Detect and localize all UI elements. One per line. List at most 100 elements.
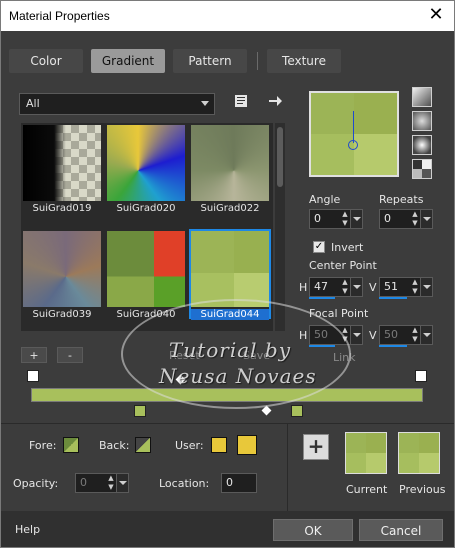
repeats-label: Repeats [379,193,424,206]
center-v-label: V [369,281,377,294]
title-bar: Material Properties ✕ [1,1,454,31]
section-divider [1,423,454,424]
user-color-swatch[interactable] [237,435,257,455]
chevron-down-icon[interactable] [116,474,128,492]
invert-checkbox[interactable]: ✓ [313,241,325,253]
dialog-footer: Help OK Cancel [1,511,454,547]
book-icon[interactable] [231,93,251,113]
angle-value: 0 [314,212,321,225]
spinner-arrows-icon[interactable]: ▲ ▼ [106,474,116,492]
gradient-thumb[interactable]: SuiGrad019 [23,125,101,214]
previous-swatch[interactable] [398,432,440,474]
sunburst-style-icon[interactable] [412,135,432,155]
right-arrow-icon[interactable] [265,93,285,113]
focal-v-label: V [369,329,377,342]
vertical-divider [287,423,288,513]
gradient-preview [191,231,269,307]
spinner-arrows-icon[interactable]: ▲ ▼ [340,278,350,296]
current-swatch[interactable] [345,432,387,474]
spinner-arrows-icon[interactable]: ▲ ▼ [340,210,350,228]
chevron-down-icon[interactable] [420,326,432,344]
center-h-spinner[interactable]: 47 ▲ ▼ [309,277,363,297]
chevron-down-icon[interactable] [350,210,362,228]
center-point-label: Center Point [309,259,377,272]
cancel-button[interactable]: Cancel [359,519,443,541]
spinner-arrows-icon[interactable]: ▲ ▼ [410,278,420,296]
add-gradient-button[interactable]: + [21,347,47,363]
gradient-thumb[interactable]: SuiGrad039 [23,231,101,320]
focal-v-value: 50 [384,328,398,341]
gradient-preview-large[interactable] [309,91,399,177]
color-stop-right[interactable] [291,405,303,417]
radial-style-icon[interactable] [412,111,432,131]
tab-color[interactable]: Color [9,49,83,73]
tab-texture[interactable]: Texture [267,49,341,73]
category-value: All [26,97,40,110]
center-h-value: 47 [314,280,328,293]
gallery-scrollbar[interactable] [275,123,285,331]
dialog-title: Material Properties [9,9,110,23]
opacity-stop-left[interactable] [27,370,39,382]
tab-pattern[interactable]: Pattern [173,49,247,73]
gradient-thumb[interactable]: SuiGrad020 [107,125,185,214]
gradient-thumb[interactable]: SuiGrad040 [107,231,185,320]
gradient-name: SuiGrad039 [32,309,92,320]
gradient-thumb[interactable]: SuiGrad022 [191,125,269,214]
opacity-spinner[interactable]: 0 ▲ ▼ [75,473,129,493]
gradient-name: SuiGrad019 [32,203,92,214]
category-dropdown[interactable]: All [19,93,215,115]
repeats-spinner[interactable]: 0 ▲ ▼ [379,209,433,229]
spinner-arrows-icon[interactable]: ▲ ▼ [410,210,420,228]
center-v-value: 51 [384,280,398,293]
focal-v-slider[interactable] [379,345,407,347]
chevron-down-icon[interactable] [350,278,362,296]
center-v-slider[interactable] [379,297,407,299]
add-swatch-button[interactable]: + [303,434,329,460]
gradient-name: SuiGrad020 [116,203,176,214]
gradient-preview [107,231,185,307]
angle-spinner[interactable]: 0 ▲ ▼ [309,209,363,229]
location-field[interactable]: 0 [221,473,257,493]
dialog-body: Color Gradient Pattern Texture All SuiGr… [1,31,454,547]
linear-style-icon[interactable] [412,87,432,107]
remove-gradient-button[interactable]: - [57,347,83,363]
repeats-value: 0 [384,212,391,225]
back-label: Back: [99,439,130,452]
back-color-swatch[interactable] [135,437,151,453]
chevron-down-icon [201,101,209,106]
user-label: User: [175,439,204,452]
material-properties-dialog: Material Properties ✕ Color Gradient Pat… [0,0,455,548]
location-label: Location: [159,477,210,490]
fore-color-swatch[interactable] [63,437,79,453]
chevron-down-icon[interactable] [420,210,432,228]
gradient-name: SuiGrad022 [200,203,260,214]
center-v-spinner[interactable]: 51 ▲ ▼ [379,277,433,297]
chevron-down-icon[interactable] [420,278,432,296]
scrollbar-thumb[interactable] [277,127,283,187]
watermark-line-2: Neusa Novaes [159,364,317,388]
watermark-line-1: Tutorial by [169,338,292,362]
tab-gradient[interactable]: Gradient [91,49,165,73]
fore-label: Fore: [29,439,57,452]
center-h-slider[interactable] [309,297,335,299]
color-stop-left[interactable] [134,405,146,417]
ok-button[interactable]: OK [273,519,353,541]
help-link[interactable]: Help [15,523,40,536]
angle-handle-line [353,111,354,143]
opacity-stop-right[interactable] [415,370,427,382]
gradient-preview [107,125,185,201]
center-point-handle[interactable] [348,140,358,150]
chevron-down-icon[interactable] [350,326,362,344]
user-color-radio[interactable] [211,437,227,453]
center-h-label: H [299,281,308,294]
spinner-arrows-icon[interactable]: ▲ ▼ [410,326,420,344]
close-icon[interactable]: ✕ [424,4,448,26]
gradient-preview [191,125,269,201]
angle-label: Angle [309,193,341,206]
rectangular-style-icon[interactable] [412,159,432,179]
previous-label: Previous [399,483,446,496]
location-value: 0 [226,476,233,489]
gradient-preview [23,231,101,307]
focal-v-spinner[interactable]: 50 ▲ ▼ [379,325,433,345]
invert-label: Invert [331,241,364,254]
